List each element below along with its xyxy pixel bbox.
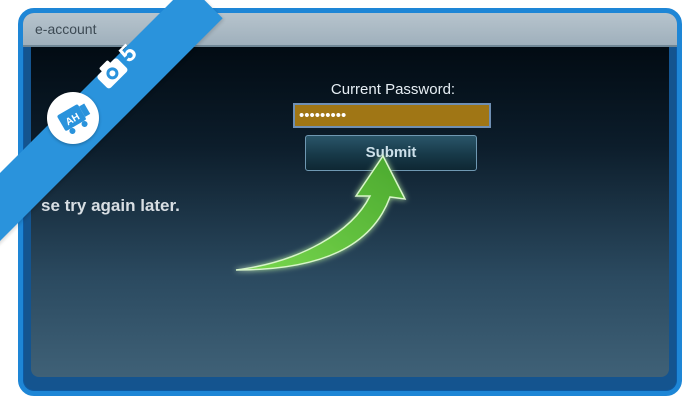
green-arrow-icon xyxy=(235,154,407,271)
